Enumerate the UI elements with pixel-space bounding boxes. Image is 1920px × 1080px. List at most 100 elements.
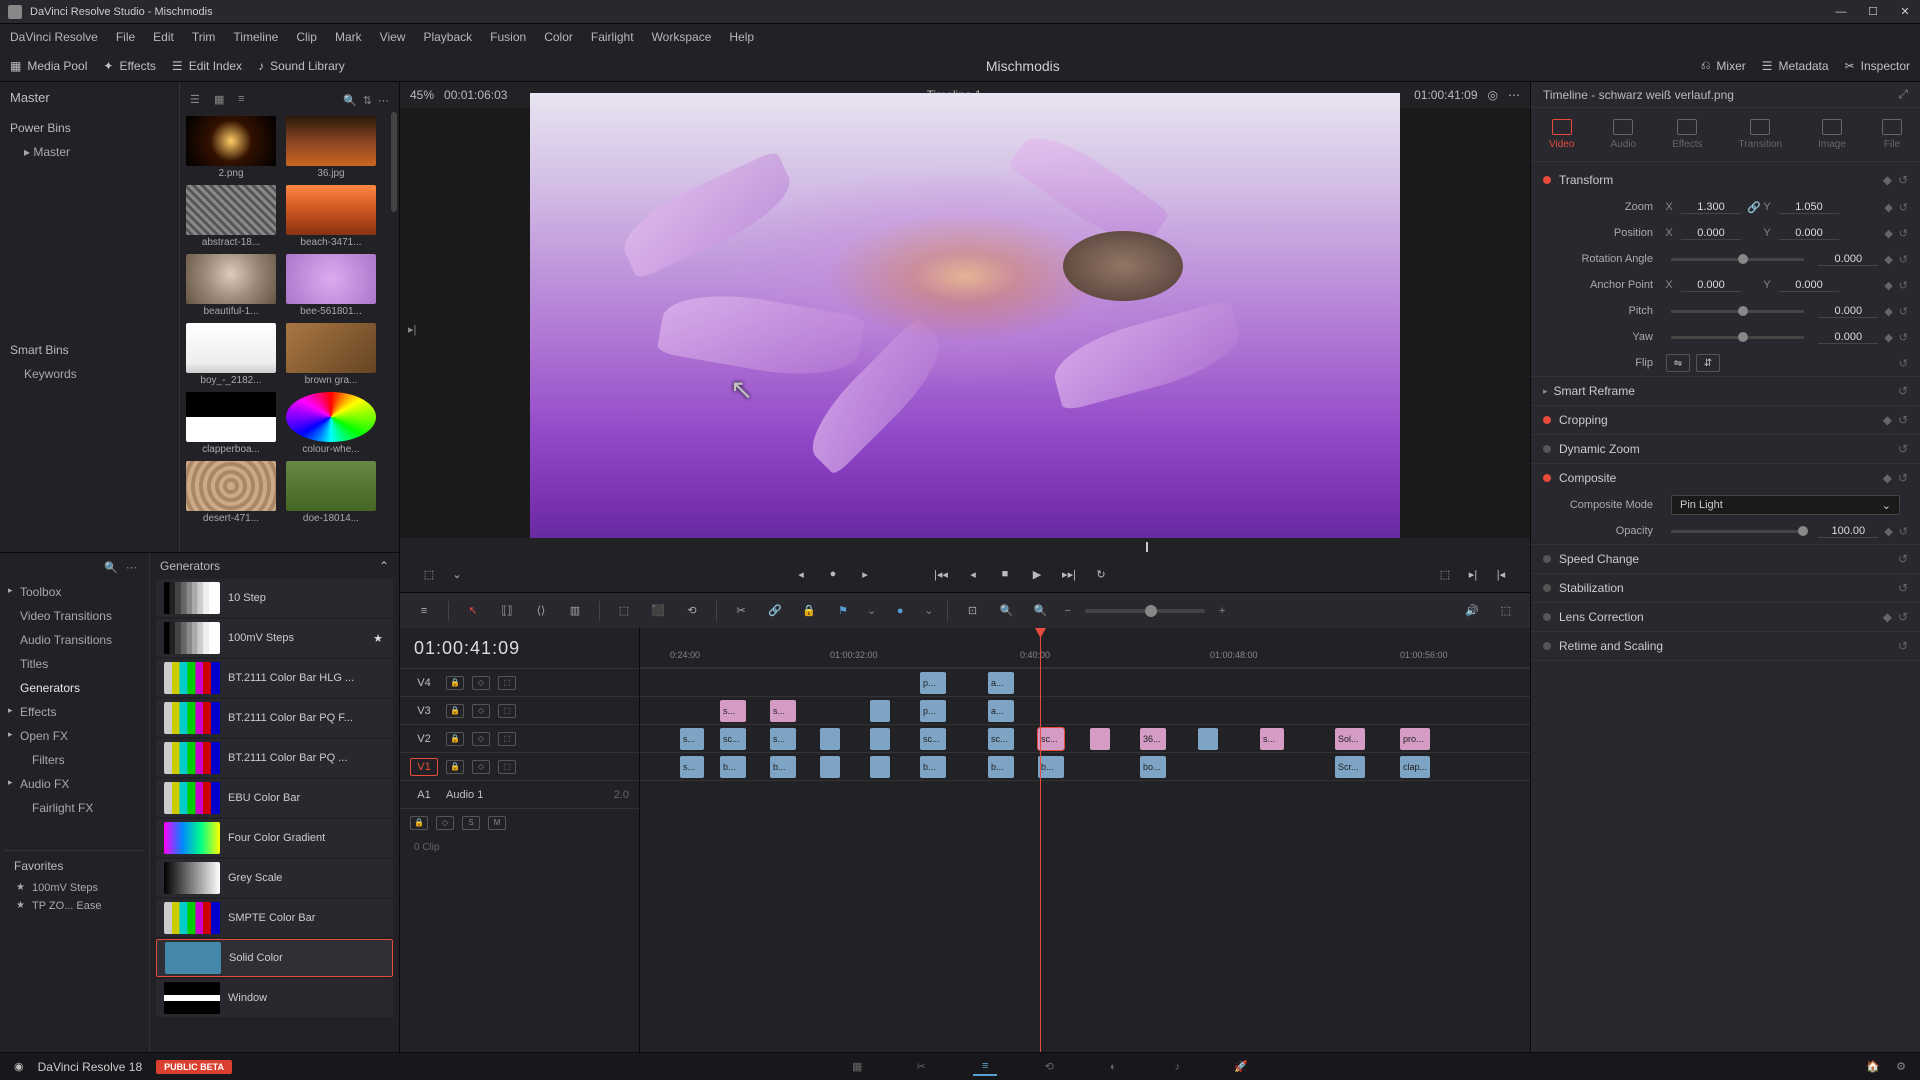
tree-open-fx[interactable]: Open FX [4, 724, 145, 748]
sort-icon[interactable]: ⇅ [363, 94, 372, 107]
marker-icon[interactable]: ● [890, 601, 910, 621]
timeline-clip[interactable]: s... [680, 756, 704, 778]
edit-index-toggle[interactable]: ☰ Edit Index [172, 59, 242, 73]
zoom-y-input[interactable]: 1.050 [1779, 201, 1839, 214]
timeline-clip[interactable]: sc... [1038, 728, 1064, 750]
reset-icon[interactable]: ↺ [1899, 305, 1908, 318]
settings-icon[interactable]: ⚙ [1896, 1060, 1906, 1073]
generator-item[interactable]: EBU Color Bar [156, 779, 393, 817]
page-edit[interactable]: ≡ [973, 1058, 997, 1076]
media-thumbnail[interactable]: abstract-18... [186, 185, 276, 248]
prev-clip-icon[interactable]: |◂ [1492, 565, 1510, 583]
timeline-clip[interactable] [820, 728, 840, 750]
pos-x-input[interactable]: 0.000 [1681, 227, 1741, 240]
tree-toolbox[interactable]: Toolbox [4, 580, 145, 604]
inspector-tab-transition[interactable]: Transition [1739, 119, 1783, 150]
track-header-v4[interactable]: V4 🔒 ◇ ⬚ [400, 668, 639, 696]
yaw-input[interactable]: 0.000 [1818, 331, 1878, 344]
enable-dot-icon[interactable] [1543, 613, 1551, 621]
stop-button[interactable]: ■ [996, 565, 1014, 583]
reset-icon[interactable]: ↺ [1899, 201, 1908, 214]
overwrite-clip-icon[interactable]: ⬛ [648, 601, 668, 621]
keyframe-icon[interactable]: ◆ [1883, 413, 1892, 427]
media-thumbnail[interactable]: beach-3471... [286, 185, 376, 248]
speed-change-header[interactable]: Speed Change ↺ [1531, 545, 1920, 573]
menu-trim[interactable]: Trim [192, 30, 216, 44]
keyframe-icon[interactable]: ◆ [1884, 525, 1892, 538]
timeline-clip[interactable] [820, 756, 840, 778]
timeline-clip[interactable] [1198, 728, 1218, 750]
track-header-v3[interactable]: V3 🔒 ◇ ⬚ [400, 696, 639, 724]
rotation-slider[interactable] [1671, 258, 1804, 261]
timeline-clip[interactable]: sc... [720, 728, 746, 750]
insert-clip-icon[interactable]: ⬚ [614, 601, 634, 621]
menu-help[interactable]: Help [729, 30, 754, 44]
timeline-clip[interactable]: p... [920, 700, 946, 722]
menu-davinci[interactable]: DaVinci Resolve [10, 30, 98, 44]
selection-tool[interactable]: ↖ [463, 601, 483, 621]
enable-dot-icon[interactable] [1543, 474, 1551, 482]
grid-view-icon[interactable]: ▦ [214, 93, 232, 107]
tree-video-transitions[interactable]: Video Transitions [4, 604, 145, 628]
favorite-item[interactable]: 100mV Steps [14, 879, 135, 897]
page-fairlight[interactable]: ♪ [1165, 1058, 1189, 1076]
enable-dot-icon[interactable] [1543, 176, 1551, 184]
pitch-input[interactable]: 0.000 [1818, 305, 1878, 318]
inspector-expand-icon[interactable]: ⤢ [1898, 87, 1908, 102]
trim-tool[interactable]: ⟦⟧ [497, 601, 517, 621]
tree-effects[interactable]: Effects [4, 700, 145, 724]
inspector-tab-effects[interactable]: Effects [1672, 119, 1702, 150]
timeline-clip[interactable] [870, 728, 890, 750]
menu-mark[interactable]: Mark [335, 30, 362, 44]
tree-audio-transitions[interactable]: Audio Transitions [4, 628, 145, 652]
timeline-clip[interactable]: pro... [1400, 728, 1430, 750]
timeline-clip[interactable]: b... [1038, 756, 1064, 778]
media-pool-toggle[interactable]: ▦ Media Pool [10, 59, 87, 73]
timeline-clip[interactable]: s... [720, 700, 746, 722]
star-icon[interactable]: ★ [373, 632, 383, 645]
track-v2[interactable]: s...sc...s...sc...sc...sc...36...s...Sol… [640, 724, 1530, 752]
anchor-y-input[interactable]: 0.000 [1779, 279, 1839, 292]
cropping-header[interactable]: Cropping ◆↺ [1531, 406, 1920, 434]
timeline-clip[interactable]: s... [770, 728, 796, 750]
enable-dot-icon[interactable] [1543, 555, 1551, 563]
lens-correction-header[interactable]: Lens Correction ◆↺ [1531, 603, 1920, 631]
generator-item[interactable]: Grey Scale [156, 859, 393, 897]
anchor-x-input[interactable]: 0.000 [1681, 279, 1741, 292]
auto-select-icon[interactable]: ◇ [472, 760, 490, 774]
reset-icon[interactable]: ↺ [1898, 173, 1908, 187]
auto-select-icon[interactable]: ◇ [472, 732, 490, 746]
opacity-input[interactable]: 100.00 [1818, 525, 1878, 538]
generator-item[interactable]: Window [156, 979, 393, 1017]
lock-icon[interactable]: 🔒 [446, 676, 464, 690]
viewer[interactable]: ▸| ↖ [400, 108, 1530, 538]
tree-fairlight-fx[interactable]: Fairlight FX [4, 796, 145, 820]
maximize-button[interactable]: ☐ [1866, 5, 1880, 19]
menu-clip[interactable]: Clip [296, 30, 317, 44]
skip-forward-icon[interactable]: ▸| [408, 323, 416, 336]
flip-h-button[interactable]: ⇋ [1666, 354, 1690, 372]
tree-audio-fx[interactable]: Audio FX [4, 772, 145, 796]
track-v4[interactable]: p...a... [640, 668, 1530, 696]
home-icon[interactable]: 🏠 [1866, 1060, 1880, 1073]
inspector-tab-audio[interactable]: Audio [1610, 119, 1636, 150]
inspector-tab-video[interactable]: Video [1549, 119, 1574, 150]
menu-file[interactable]: File [116, 30, 135, 44]
menu-timeline[interactable]: Timeline [233, 30, 278, 44]
bypass-icon[interactable]: ⬚ [420, 565, 438, 583]
menu-edit[interactable]: Edit [153, 30, 174, 44]
auto-select-icon[interactable]: ◇ [472, 704, 490, 718]
close-button[interactable]: ✕ [1898, 5, 1912, 19]
loop-button[interactable]: ↻ [1092, 565, 1110, 583]
reset-icon[interactable]: ↺ [1898, 413, 1908, 427]
strip-view-icon[interactable]: ≡ [238, 93, 256, 107]
timeline-clip[interactable]: 36... [1140, 728, 1166, 750]
zoom-x-input[interactable]: 1.300 [1681, 201, 1741, 214]
next-clip-icon[interactable]: ▸| [1464, 565, 1482, 583]
timeline-clip[interactable]: sc... [988, 728, 1014, 750]
keyframe-icon[interactable]: ◆ [1884, 331, 1892, 344]
timeline-clip[interactable] [1090, 728, 1110, 750]
media-thumbnail[interactable]: clapperboa... [186, 392, 276, 455]
solo-button[interactable]: S [462, 816, 480, 830]
generator-item[interactable]: 100mV Steps★ [156, 619, 393, 657]
